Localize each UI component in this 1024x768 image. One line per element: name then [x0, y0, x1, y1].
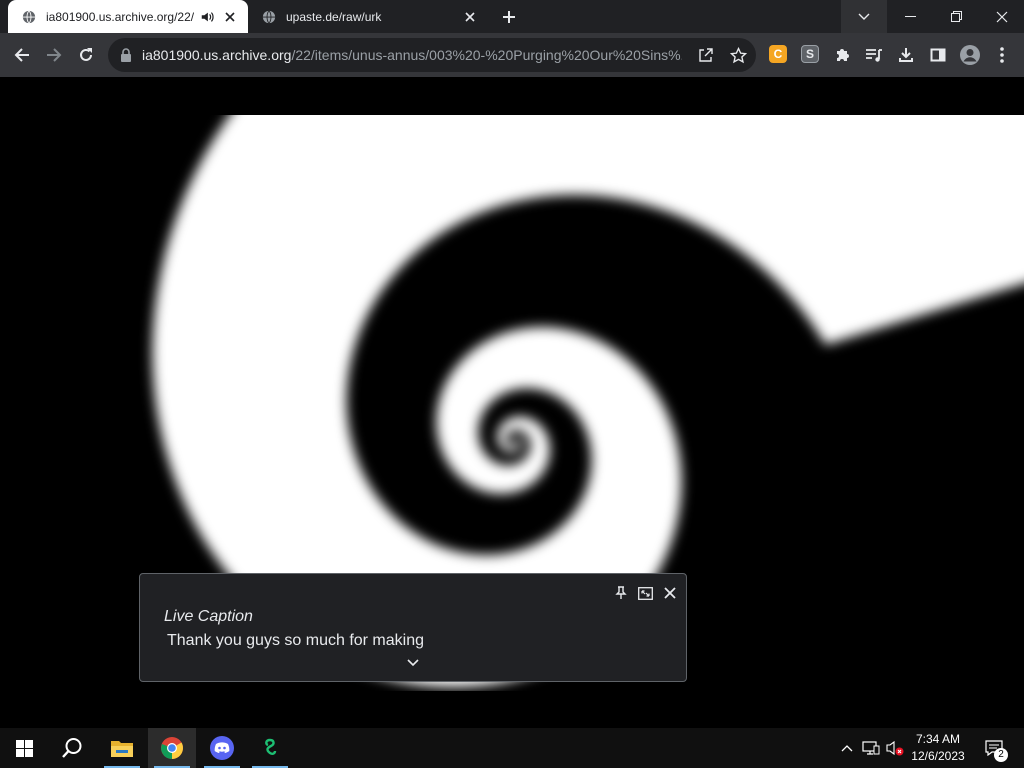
tab-title: ia801900.us.archive.org/22/ [46, 9, 194, 24]
close-caption-button[interactable] [661, 584, 679, 602]
downloads-button[interactable] [891, 40, 921, 70]
chevron-up-icon [841, 745, 853, 752]
folder-icon [111, 741, 133, 757]
lock-icon[interactable] [120, 48, 132, 62]
forward-button[interactable] [39, 40, 69, 70]
volume-muted-icon [886, 740, 904, 756]
start-button[interactable] [0, 728, 48, 768]
side-panel-button[interactable] [923, 40, 953, 70]
close-icon [664, 587, 676, 599]
globe-icon [262, 10, 276, 23]
profile-button[interactable] [955, 40, 985, 70]
live-caption-panel: Live Caption Thank you guys so much for … [139, 573, 687, 682]
puzzle-icon [837, 49, 849, 61]
extensions-button[interactable] [827, 40, 857, 70]
new-tab-button[interactable] [499, 7, 519, 27]
pin-icon [615, 586, 627, 599]
windows-taskbar: 7:34 AM 12/6/2023 2 [0, 728, 1024, 768]
coupon-extension-button[interactable]: C [769, 45, 787, 63]
avatar-icon [960, 45, 980, 65]
share-button[interactable] [696, 45, 716, 65]
volume-button[interactable] [884, 728, 906, 768]
discord-button[interactable] [198, 728, 246, 768]
chrome-button[interactable] [148, 728, 196, 768]
close-window-button[interactable] [979, 0, 1024, 33]
expand-icon [637, 586, 653, 600]
bookmark-button[interactable] [728, 45, 748, 65]
url-text[interactable]: ia801900.us.archive.org/22/items/unus-an… [142, 47, 682, 63]
live-caption-title: Live Caption [164, 608, 253, 625]
close-tab-icon[interactable] [222, 9, 238, 25]
green-app-button[interactable] [246, 728, 294, 768]
file-explorer-button[interactable] [98, 728, 146, 768]
tab-upaste[interactable]: upaste.de/raw/urk [248, 0, 488, 33]
clock-time: 7:34 AM [915, 732, 961, 746]
network-button[interactable] [860, 728, 882, 768]
discord-icon [210, 736, 234, 760]
reload-button[interactable] [71, 40, 101, 70]
side-panel-icon [930, 48, 946, 62]
speaker-icon[interactable] [200, 10, 214, 24]
url-path: /22/items/unus-annus/003%20-%20Purging%2… [291, 47, 682, 63]
tab-archive[interactable]: ia801900.us.archive.org/22/ [8, 0, 248, 33]
live-caption-text: Thank you guys so much for making [167, 632, 425, 649]
star-icon [729, 46, 747, 63]
back-button[interactable] [7, 40, 37, 70]
restore-button[interactable] [933, 0, 979, 33]
show-hidden-icons-button[interactable] [838, 728, 856, 768]
download-icon [899, 48, 913, 62]
kebab-menu-icon [1000, 47, 1004, 63]
search-icon [62, 738, 82, 758]
caption-more-button[interactable] [404, 656, 422, 670]
restore-icon [950, 11, 962, 22]
app-logo-icon [265, 738, 277, 756]
playlist-music-icon [866, 49, 882, 62]
chrome-icon [161, 737, 183, 759]
globe-icon [22, 10, 36, 23]
expand-caption-button[interactable] [636, 584, 654, 602]
url-host: ia801900.us.archive.org [142, 47, 292, 63]
chevron-down-icon [407, 659, 419, 667]
arrow-right-icon [47, 48, 62, 62]
s-extension-button[interactable]: S [801, 45, 819, 63]
tab-title: upaste.de/raw/urk [286, 9, 382, 24]
clock[interactable]: 7:34 AM 12/6/2023 [908, 731, 968, 765]
notification-count-badge: 2 [994, 748, 1008, 762]
windows-logo-icon [15, 739, 33, 757]
menu-button[interactable] [987, 40, 1017, 70]
share-icon [699, 48, 713, 62]
tab-search-button[interactable] [841, 0, 887, 33]
address-bar[interactable]: ia801900.us.archive.org/22/items/unus-an… [108, 38, 756, 72]
media-control-button[interactable] [859, 40, 889, 70]
reload-icon [80, 48, 92, 61]
pin-button[interactable] [612, 584, 630, 602]
search-button[interactable] [48, 728, 96, 768]
s-extension-icon: S [805, 47, 814, 61]
browser-toolbar: ia801900.us.archive.org/22/items/unus-an… [0, 33, 1024, 77]
minimize-button[interactable] [887, 0, 933, 33]
clock-date: 12/6/2023 [911, 749, 965, 763]
plus-icon [503, 11, 515, 23]
coupon-c-extension-icon: C [773, 47, 783, 61]
close-icon [996, 11, 1008, 22]
network-monitor-icon [862, 741, 880, 755]
arrow-left-icon [14, 48, 29, 62]
chevron-down-icon [858, 13, 870, 20]
action-center-button[interactable]: 2 [980, 728, 1008, 768]
tab-strip: ia801900.us.archive.org/22/ upaste.de/ra… [0, 0, 1024, 33]
close-tab-icon[interactable] [462, 9, 478, 25]
minimize-icon [904, 15, 916, 17]
